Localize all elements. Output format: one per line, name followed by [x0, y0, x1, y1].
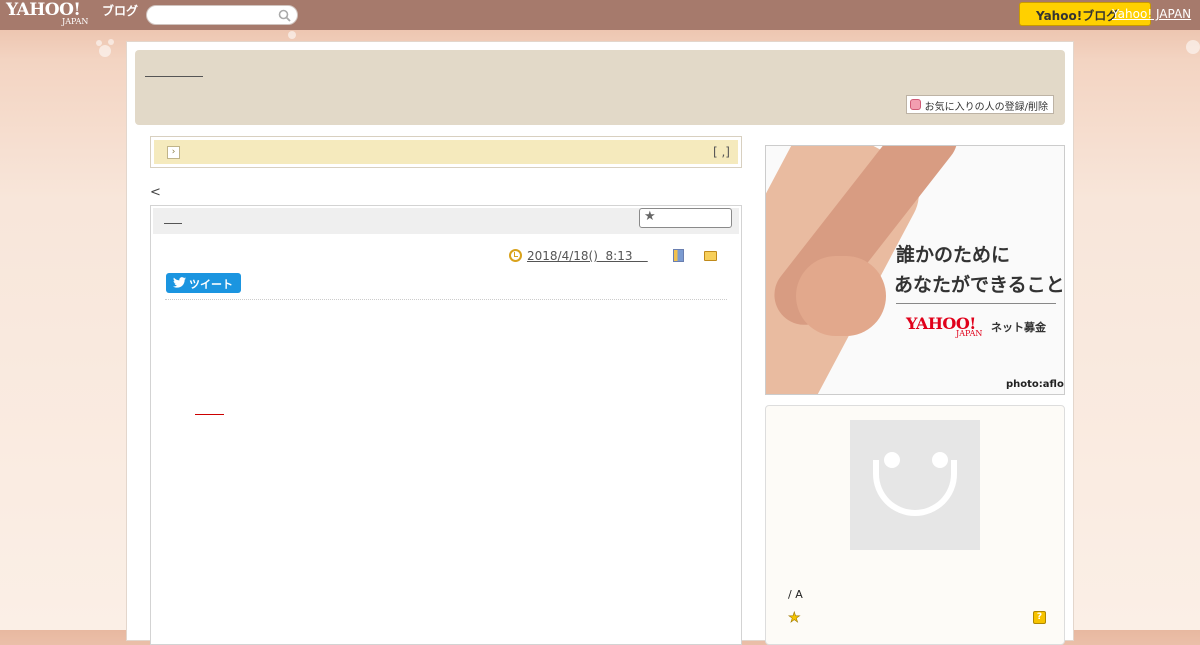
service-label: ブログ [102, 4, 139, 18]
favorite-register-label: お気に入りの人の登録/削除 [924, 102, 1048, 113]
twitter-bird-icon [173, 277, 186, 288]
notice-right-text: [ ,] [713, 145, 730, 159]
paw-decoration [288, 31, 296, 39]
avatar[interactable] [850, 420, 980, 550]
article-date[interactable]: 2018/4/18() 8:13 [527, 249, 648, 263]
ad-separator [896, 303, 1056, 304]
yahoo-donation-ad[interactable]: 誰かのために あなたができること YAHOO! JAPAN ネット募金 phot… [765, 145, 1065, 395]
tweet-button[interactable]: ツイート [166, 273, 241, 293]
blog-header: お気に入りの人の登録/削除 [135, 50, 1065, 125]
search-input[interactable] [155, 7, 277, 25]
previous-article-link[interactable]: < [150, 185, 161, 200]
folder-icon[interactable] [704, 251, 717, 261]
dotted-divider [165, 299, 727, 300]
notice-bar: › [ ,] [150, 136, 742, 168]
help-icon[interactable]: ? [1033, 611, 1046, 624]
ad-photo-credit: photo:aflo [1006, 379, 1064, 390]
ad-service-label: ネット募金 [991, 321, 1046, 334]
profile-box: / A ★ ? [765, 405, 1065, 645]
paw-decoration [99, 45, 111, 57]
paw-decoration [108, 39, 114, 45]
yahoo-blog-logo[interactable]: YAHOO! JAPAN ブログ [6, 2, 138, 26]
ad-hand-image [796, 256, 886, 336]
star-icon: ★ [644, 209, 656, 224]
red-link-underline[interactable] [195, 414, 224, 415]
like-button[interactable]: ★ [639, 208, 732, 228]
avatar-smile [873, 460, 957, 516]
article-title[interactable] [164, 223, 182, 224]
article-box [150, 205, 742, 645]
top-navigation-bar: YAHOO! JAPAN ブログ Yahoo!ブログ Yahoo! JAPAN [0, 0, 1200, 30]
ad-headline-2: あなたができること [894, 274, 1065, 296]
yahoo-japan-link[interactable]: Yahoo! JAPAN [1112, 7, 1191, 21]
paw-decoration [96, 40, 102, 46]
book-icon[interactable] [673, 249, 684, 262]
tweet-label: ツイート [189, 278, 233, 291]
profile-name[interactable]: / A [788, 588, 803, 601]
paw-decoration [1186, 40, 1200, 54]
favorite-register-button[interactable]: お気に入りの人の登録/削除 [905, 95, 1054, 114]
ad-yahoo-logo-sub: JAPAN [956, 329, 983, 338]
blog-title[interactable] [145, 64, 203, 77]
star-icon[interactable]: ★ [788, 610, 801, 627]
arrow-right-icon[interactable]: › [167, 146, 180, 159]
search-icon[interactable] [278, 9, 291, 22]
heart-icon [909, 99, 921, 110]
logo-sub: JAPAN [62, 17, 89, 26]
search-box [146, 5, 298, 25]
ad-headline-1: 誰かのために [896, 244, 1011, 266]
notice-inner: › [ ,] [154, 140, 738, 164]
clock-icon [509, 249, 522, 262]
